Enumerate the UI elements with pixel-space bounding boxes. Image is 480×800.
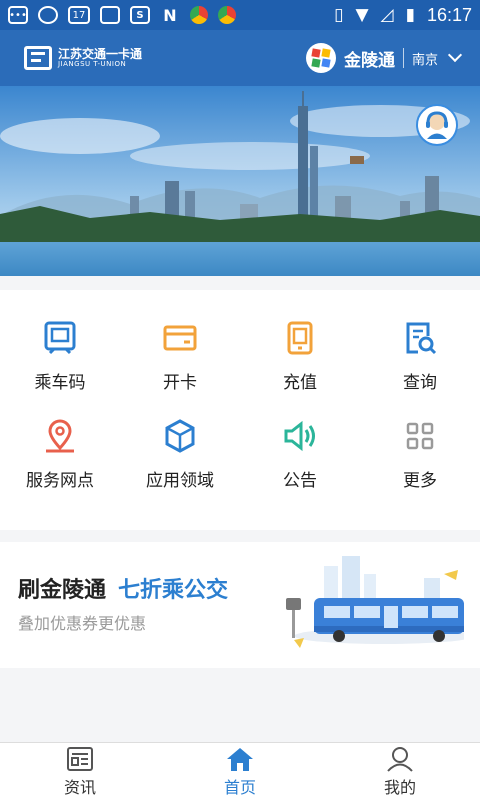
- speaker-icon: [284, 420, 315, 452]
- tab-home[interactable]: 首页: [160, 743, 320, 800]
- feature-menu: 乘车码 开卡 充值 查询 服务网点 应用领域 公告 更多: [0, 290, 480, 530]
- menu-label: 充值: [283, 373, 317, 393]
- menu-label: 查询: [403, 373, 437, 393]
- divider: [402, 48, 404, 68]
- bus-qr-icon: [44, 321, 76, 355]
- s-app-icon: S: [130, 6, 150, 24]
- topup-icon: [287, 321, 313, 355]
- chrome-icon-2: [218, 6, 236, 24]
- logo-en-text: JIANGSU T-UNION: [58, 59, 127, 68]
- logo-cn-text: 江苏交通一卡通: [58, 47, 143, 62]
- tab-label: 我的: [383, 777, 416, 797]
- city-skyline-image: [0, 86, 480, 276]
- menu-label: 公告: [283, 471, 317, 491]
- tab-news[interactable]: 资讯: [0, 743, 160, 800]
- location-pin-icon: [46, 419, 74, 453]
- home-icon: [227, 747, 253, 771]
- menu-label: 服务网点: [26, 471, 94, 491]
- menu-item-ride-code[interactable]: 乘车码: [0, 320, 120, 418]
- notification-icons: ••• 17 S N: [8, 5, 236, 25]
- bottom-tab-bar: 资讯 首页 我的: [0, 742, 480, 800]
- battery-icon: ▮: [405, 5, 415, 25]
- wifi-icon: ▼: [355, 5, 369, 25]
- chevron-down-icon: [447, 47, 463, 63]
- grid-icon: [406, 422, 434, 450]
- news-icon: [67, 746, 93, 771]
- cube-icon: [165, 419, 195, 453]
- menu-label: 应用领域: [146, 471, 214, 491]
- calendar-icon: 17: [68, 6, 90, 24]
- menu-label: 开卡: [163, 373, 197, 393]
- city-selector[interactable]: 金陵通 南京: [305, 43, 463, 73]
- promo-subtitle: 叠加优惠券更优惠: [18, 614, 147, 633]
- clock: 16:17: [426, 4, 472, 25]
- brand-name: 金陵通: [343, 50, 395, 71]
- menu-label: 乘车码: [34, 373, 86, 393]
- n-app-icon: N: [163, 5, 177, 25]
- chrome-icon: [190, 6, 208, 24]
- card-icon: [163, 325, 197, 351]
- promo-title: 刷金陵通 七折乘公交: [18, 572, 228, 604]
- customer-service-icon[interactable]: [416, 104, 458, 146]
- brand-logo-icon: [305, 43, 336, 73]
- menu-item-topup[interactable]: 充值: [240, 320, 360, 418]
- app-logo: 江苏交通一卡通 JIANGSU T-UNION: [24, 46, 142, 70]
- image-icon: [100, 6, 120, 24]
- status-bar: ••• 17 S N ▯ ▼ ◿ ▮ 16:17: [0, 0, 480, 30]
- tab-label: 首页: [223, 777, 256, 797]
- city-label: 南京: [411, 52, 438, 68]
- promo-highlight: 七折乘公交: [118, 578, 229, 603]
- tab-label: 资讯: [63, 777, 96, 797]
- app-header: 江苏交通一卡通 JIANGSU T-UNION 金陵通 南京: [0, 30, 480, 86]
- tab-profile[interactable]: 我的: [320, 743, 480, 800]
- promo-banner[interactable]: 刷金陵通 七折乘公交 叠加优惠券更优惠: [0, 542, 480, 668]
- menu-item-more[interactable]: 更多: [360, 418, 480, 516]
- menu-item-query[interactable]: 查询: [360, 320, 480, 418]
- hero-banner[interactable]: [0, 86, 480, 276]
- system-indicators: ▯ ▼ ◿ ▮ 16:17: [334, 5, 472, 26]
- search-document-icon: [406, 322, 437, 355]
- no-signal-icon: ◿: [380, 5, 394, 25]
- menu-item-announcements[interactable]: 公告: [240, 418, 360, 516]
- user-icon: [387, 746, 413, 772]
- menu-item-open-card[interactable]: 开卡: [120, 320, 240, 418]
- bus-illustration: [286, 556, 464, 648]
- menu-item-applications[interactable]: 应用领域: [120, 418, 240, 516]
- app-icon: [38, 6, 58, 24]
- menu-item-service-points[interactable]: 服务网点: [0, 418, 120, 516]
- chat-icon: •••: [8, 6, 28, 24]
- promo-title-text: 刷金陵通: [18, 578, 107, 603]
- logo-icon: [24, 46, 52, 70]
- menu-label: 更多: [403, 471, 437, 491]
- vibrate-icon: ▯: [334, 5, 344, 25]
